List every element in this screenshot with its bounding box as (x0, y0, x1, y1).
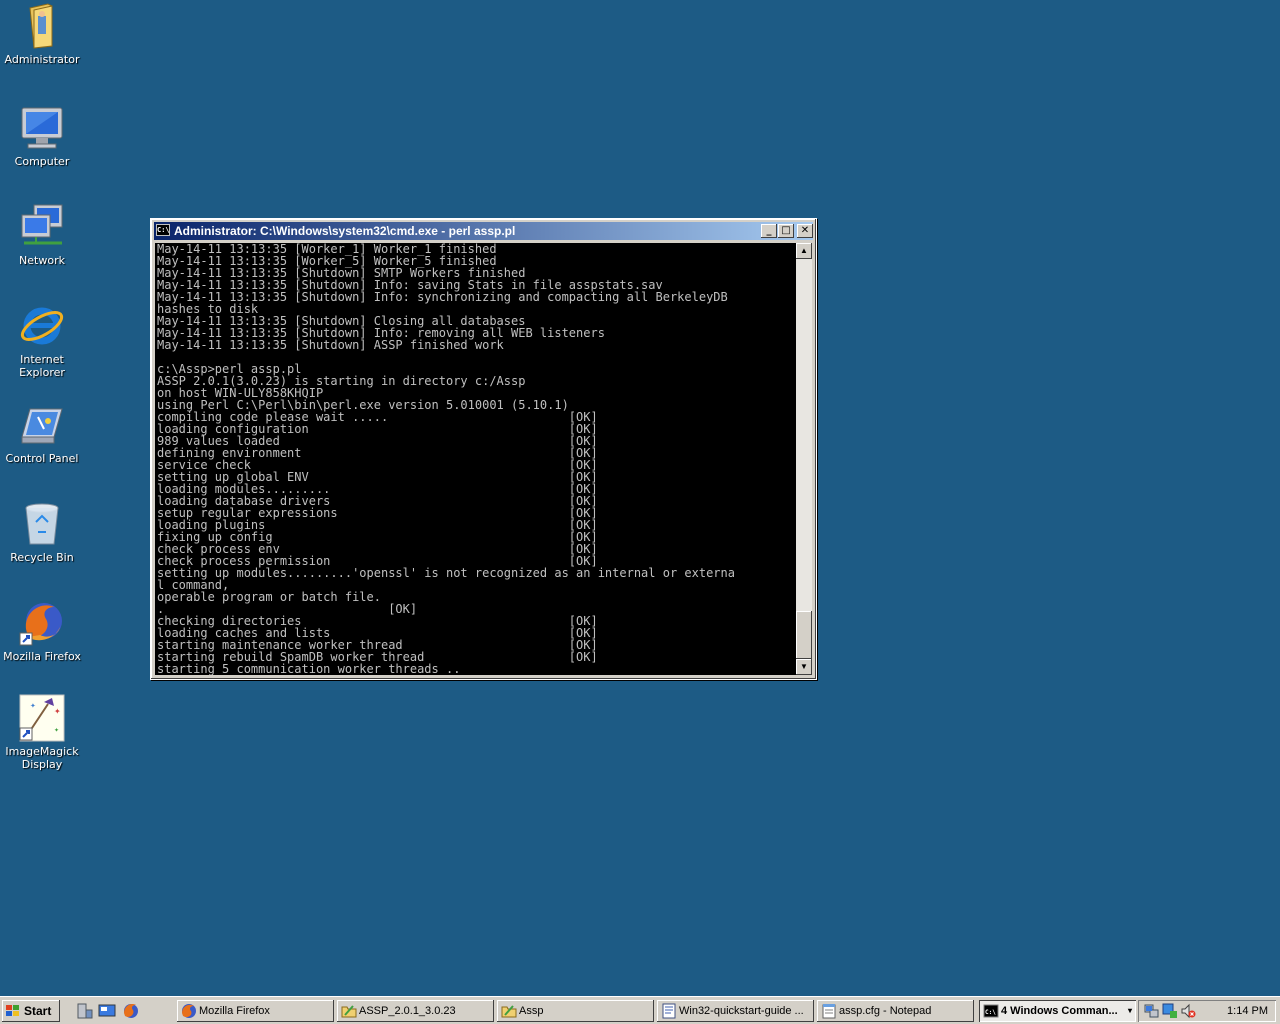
folder-user-icon (18, 2, 66, 50)
desktop-icon-label: Internet Explorer (19, 353, 65, 379)
svg-text:C:\: C:\ (985, 1009, 996, 1016)
show-desktop-icon[interactable] (98, 1002, 116, 1020)
notepad-icon (822, 1004, 836, 1019)
minimize-button[interactable]: _ (761, 224, 777, 238)
desktop-icon-label: Control Panel (5, 452, 79, 465)
folder-icon (341, 1005, 357, 1018)
close-button[interactable]: ✕ (797, 224, 813, 238)
maximize-button[interactable]: □ (778, 224, 794, 238)
internet-explorer-icon (18, 302, 66, 350)
firefox-icon (18, 599, 66, 647)
console-window[interactable]: C:\ Administrator: C:\Windows\system32\c… (150, 218, 817, 680)
scroll-down-button[interactable]: ▼ (796, 659, 812, 675)
desktop-icon-label: Network (19, 254, 65, 267)
svg-text:✦: ✦ (54, 727, 59, 734)
taskbar-button-label: Win32-quickstart-guide ... (679, 1005, 804, 1017)
taskbar: Start Mozilla Firefox ASSP_2.0.1_3.0.23 … (0, 996, 1280, 1024)
recycle-bin-icon (18, 500, 66, 548)
start-button[interactable]: Start (2, 1000, 60, 1022)
folder-icon (501, 1005, 517, 1018)
start-label: Start (24, 1004, 52, 1018)
imagemagick-icon: ✦ ✦ ✦ (18, 694, 66, 742)
chevron-down-icon: ▾ (1127, 1006, 1132, 1015)
clock[interactable]: 1:14 PM (1227, 1000, 1268, 1022)
taskbar-button-notepad[interactable]: assp.cfg - Notepad (817, 1000, 974, 1022)
desktop-icon-internet-explorer[interactable]: Internet Explorer (2, 302, 82, 379)
console-output-area[interactable]: May-14-11 13:13:35 [Worker_1] Worker_1 f… (155, 243, 796, 675)
taskbar-button-wordpad[interactable]: Win32-quickstart-guide ... (657, 1000, 814, 1022)
desktop-icon-control-panel[interactable]: Control Panel (2, 401, 82, 465)
control-panel-icon (18, 401, 66, 449)
taskbar-button-label: Assp (519, 1005, 544, 1017)
volume-muted-icon[interactable] (1180, 1003, 1196, 1019)
network-tray-icon[interactable] (1144, 1003, 1160, 1019)
firefox-icon[interactable] (122, 1002, 140, 1020)
computer-icon (18, 104, 66, 152)
console-title: Administrator: C:\Windows\system32\cmd.e… (174, 224, 516, 238)
server-manager-icon[interactable] (76, 1002, 94, 1020)
console-titlebar[interactable]: C:\ Administrator: C:\Windows\system32\c… (154, 222, 813, 240)
security-tray-icon[interactable] (1162, 1003, 1178, 1019)
taskbar-button-assp-folder[interactable]: ASSP_2.0.1_3.0.23 (337, 1000, 494, 1022)
svg-text:✦: ✦ (30, 702, 36, 710)
taskbar-button-label: ASSP_2.0.1_3.0.23 (359, 1005, 456, 1017)
desktop-icon-mozilla-firefox[interactable]: Mozilla Firefox (2, 599, 82, 663)
desktop-icon-label: Mozilla Firefox (3, 650, 81, 663)
taskbar-button-firefox[interactable]: Mozilla Firefox (177, 1000, 334, 1022)
desktop-icon-label: Computer (14, 155, 70, 168)
taskbar-button-assp[interactable]: Assp (497, 1000, 654, 1022)
taskbar-button-command-prompts[interactable]: C:\ 4 Windows Comman... ▾ (979, 1000, 1136, 1022)
network-icon (18, 203, 66, 251)
wordpad-icon (662, 1003, 676, 1019)
taskbar-button-label: Mozilla Firefox (199, 1005, 270, 1017)
console-vertical-scrollbar[interactable]: ▲ ▼ (796, 243, 812, 675)
desktop-icon-network[interactable]: Network (2, 203, 82, 267)
desktop-icon-label: Administrator (4, 53, 80, 66)
desktop-icon-computer[interactable]: Computer (2, 104, 82, 168)
svg-text:✦: ✦ (54, 707, 61, 716)
desktop-icon-imagemagick[interactable]: ✦ ✦ ✦ ImageMagick Display (2, 694, 82, 771)
scroll-up-button[interactable]: ▲ (796, 243, 812, 259)
desktop-icon-label: ImageMagick Display (5, 745, 79, 771)
firefox-icon (182, 1004, 196, 1018)
console-output-text: May-14-11 13:13:35 [Worker_1] Worker_1 f… (157, 243, 735, 675)
taskbar-button-label: 4 Windows Comman... (1001, 1005, 1118, 1017)
desktop-icon-recycle-bin[interactable]: Recycle Bin (2, 500, 82, 564)
windows-flag-icon (6, 1005, 19, 1016)
scroll-thumb[interactable] (796, 611, 812, 659)
system-tray: 1:14 PM (1138, 1000, 1276, 1022)
taskbar-button-label: assp.cfg - Notepad (839, 1005, 932, 1017)
cmd-icon: C:\ (156, 224, 170, 236)
desktop-icon-label: Recycle Bin (10, 551, 74, 564)
desktop-icon-administrator[interactable]: Administrator (2, 2, 82, 66)
cmd-icon: C:\ (983, 1004, 999, 1018)
